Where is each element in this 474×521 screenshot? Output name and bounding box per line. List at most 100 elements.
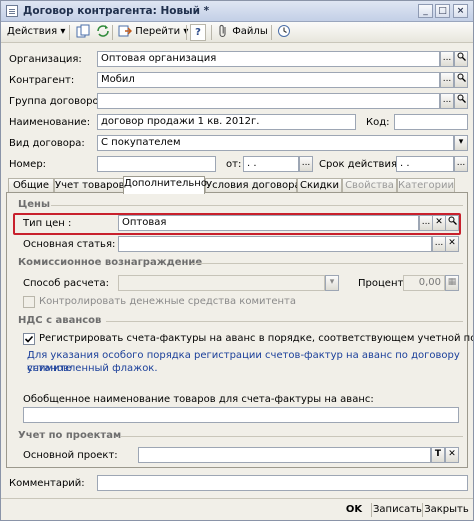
number-field[interactable] bbox=[97, 156, 216, 172]
copy-icon bbox=[76, 24, 90, 38]
bottom-bar: OK Записать Закрыть bbox=[1, 498, 473, 520]
percent-label: Процент: bbox=[358, 278, 407, 289]
main-article-clear-button[interactable]: ✕ bbox=[445, 236, 459, 252]
close-button[interactable]: Закрыть bbox=[424, 502, 469, 519]
name-field[interactable]: договор продажи 1 кв. 2012г. bbox=[97, 114, 356, 130]
tab-categories: Категории bbox=[397, 178, 455, 193]
name-label: Наименование: bbox=[9, 117, 91, 128]
window-title: Договор контрагента: Новый * bbox=[23, 5, 210, 17]
section-divider bbox=[121, 436, 463, 437]
toolbar-divider bbox=[211, 25, 212, 40]
counterparty-field[interactable]: Мобил bbox=[97, 72, 440, 88]
term-calendar-button[interactable]: ... bbox=[454, 156, 468, 172]
search-icon bbox=[457, 52, 466, 61]
refresh-icon bbox=[97, 25, 109, 37]
paperclip-icon bbox=[219, 24, 226, 38]
main-article-field[interactable] bbox=[118, 236, 432, 252]
code-field[interactable] bbox=[394, 114, 468, 130]
date-from-field[interactable]: . . bbox=[243, 156, 299, 172]
comment-label: Комментарий: bbox=[9, 478, 85, 489]
toolbar-divider bbox=[69, 25, 70, 40]
tab-properties: Свойства bbox=[342, 178, 397, 193]
checkmark-icon bbox=[24, 335, 34, 343]
minimize-button[interactable]: _ bbox=[418, 4, 433, 18]
commission-section-title: Комиссионное вознаграждение bbox=[18, 257, 203, 268]
tab-discounts[interactable]: Скидки bbox=[297, 178, 342, 193]
calc-method-field[interactable] bbox=[118, 275, 325, 291]
history-button[interactable] bbox=[274, 24, 294, 41]
projects-section-title: Учет по проектам bbox=[18, 430, 122, 441]
organization-open-button[interactable] bbox=[454, 51, 468, 67]
help-button[interactable]: ? bbox=[190, 24, 206, 41]
counterparty-label: Контрагент: bbox=[9, 75, 75, 86]
organization-field[interactable]: Оптовая организация bbox=[97, 51, 440, 67]
tab-general[interactable]: Общие bbox=[8, 178, 54, 193]
title-bar: Договор контрагента: Новый * _ □ × bbox=[1, 1, 473, 22]
code-label: Код: bbox=[366, 117, 390, 128]
comment-field[interactable] bbox=[97, 475, 468, 491]
section-divider bbox=[106, 321, 463, 322]
contract-kind-dropdown-button[interactable]: ▾ bbox=[454, 135, 468, 151]
organization-label: Организация: bbox=[9, 54, 82, 65]
chevron-down-icon: ▾ bbox=[60, 26, 66, 37]
main-project-type-button[interactable]: T bbox=[431, 447, 445, 463]
register-invoices-checkbox[interactable] bbox=[23, 333, 35, 345]
tab-goods[interactable]: Учет товаров bbox=[54, 178, 124, 193]
contract-group-label: Группа договоров: bbox=[9, 96, 108, 107]
clock-icon bbox=[278, 25, 290, 37]
tab-bar: Общие Учет товаров Дополнительно Условия… bbox=[6, 176, 468, 194]
counterparty-select-button[interactable]: ... bbox=[440, 72, 454, 88]
document-icon bbox=[6, 5, 18, 17]
contract-window: Договор контрагента: Новый * _ □ × Дейст… bbox=[0, 0, 474, 521]
contract-group-select-button[interactable]: ... bbox=[440, 93, 454, 109]
control-funds-label: Контролировать денежные средства комитен… bbox=[39, 296, 296, 307]
contract-group-field[interactable] bbox=[97, 93, 440, 109]
term-field[interactable]: . . bbox=[396, 156, 454, 172]
term-label: Срок действия: bbox=[319, 159, 401, 170]
button-divider bbox=[422, 503, 423, 517]
search-icon bbox=[457, 94, 466, 103]
maximize-button[interactable]: □ bbox=[435, 4, 450, 18]
section-divider bbox=[51, 205, 463, 206]
number-label: Номер: bbox=[9, 159, 47, 170]
percent-calc-button[interactable]: ▦ bbox=[445, 275, 459, 291]
calc-method-dropdown-button[interactable]: ▾ bbox=[325, 275, 339, 291]
contract-group-open-button[interactable] bbox=[454, 93, 468, 109]
vat-section-title: НДС с авансов bbox=[18, 315, 102, 326]
copy-button[interactable] bbox=[73, 24, 93, 41]
refresh-button[interactable] bbox=[93, 24, 113, 41]
toolbar-divider bbox=[271, 25, 272, 40]
contract-kind-field[interactable]: С покупателем bbox=[97, 135, 454, 151]
vat-note-line-2: установленный флажок. bbox=[27, 363, 158, 374]
percent-field[interactable]: 0,00 bbox=[403, 275, 445, 291]
save-button[interactable]: Записать bbox=[373, 502, 422, 519]
button-divider bbox=[371, 503, 372, 517]
main-project-field[interactable] bbox=[138, 447, 431, 463]
tab-terms[interactable]: Условия договора bbox=[205, 178, 301, 193]
contract-kind-label: Вид договора: bbox=[9, 138, 85, 149]
calc-method-label: Способ расчета: bbox=[23, 278, 109, 289]
files-button[interactable]: Файлы bbox=[214, 24, 271, 41]
main-project-clear-button[interactable]: ✕ bbox=[445, 447, 459, 463]
main-article-select-button[interactable]: ... bbox=[432, 236, 446, 252]
toolbar-divider bbox=[112, 25, 113, 40]
actions-label: Действия bbox=[7, 26, 58, 37]
goto-menu[interactable]: Перейти ▾ bbox=[115, 24, 191, 41]
counterparty-open-button[interactable] bbox=[454, 72, 468, 88]
main-article-label: Основная статья: bbox=[23, 239, 116, 250]
goto-icon bbox=[118, 25, 132, 37]
goods-name-field[interactable] bbox=[23, 407, 459, 423]
ok-button[interactable]: OK bbox=[337, 502, 371, 519]
date-from-calendar-button[interactable]: ... bbox=[299, 156, 313, 172]
organization-select-button[interactable]: ... bbox=[440, 51, 454, 67]
prices-section-title: Цены bbox=[18, 199, 51, 210]
toolbar-divider bbox=[186, 25, 187, 40]
tab-additional[interactable]: Дополнительно bbox=[123, 176, 207, 194]
actions-menu[interactable]: Действия ▾ bbox=[4, 24, 68, 41]
search-icon bbox=[457, 73, 466, 82]
date-from-label: от: bbox=[226, 159, 242, 170]
goto-label: Перейти bbox=[135, 26, 181, 37]
control-funds-checkbox[interactable] bbox=[23, 296, 35, 308]
close-window-button[interactable]: × bbox=[453, 4, 468, 18]
files-label: Файлы bbox=[232, 26, 268, 37]
